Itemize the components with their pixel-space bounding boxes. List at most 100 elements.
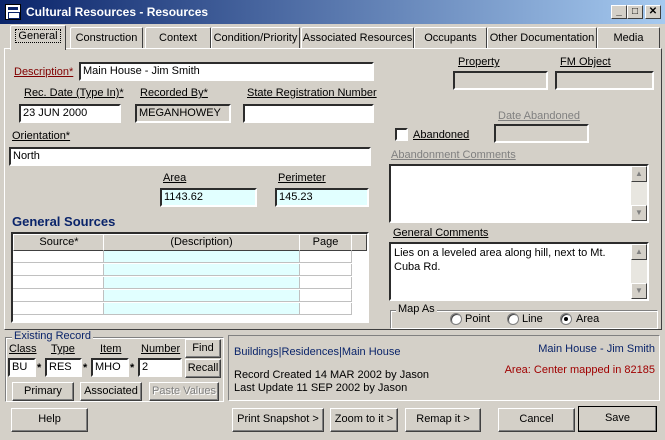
find-button[interactable]: Find <box>185 339 221 358</box>
scroll-up-arrow-icon[interactable]: ▲ <box>631 244 647 260</box>
fm-object-label: FM Object <box>560 56 611 68</box>
tab-associated-resources[interactable]: Associated Resources <box>301 27 414 49</box>
map-as-area-radio[interactable] <box>560 313 572 325</box>
separator-star: * <box>83 362 88 374</box>
maximize-button[interactable]: □ <box>627 5 643 19</box>
general-sources-heading: General Sources <box>12 214 116 229</box>
record-path: Buildings|Residences|Main House <box>234 346 401 358</box>
primary-button[interactable]: Primary <box>12 382 74 401</box>
orientation-field[interactable]: North <box>9 147 371 166</box>
grid-cell[interactable] <box>13 303 104 315</box>
class-field[interactable]: BU <box>8 358 36 377</box>
state-registration-label: State Registration Number <box>247 87 377 99</box>
area-field[interactable]: 1143.62 <box>160 188 257 207</box>
type-field[interactable]: RES <box>45 358 82 377</box>
print-snapshot-button[interactable]: Print Snapshot > <box>232 408 324 432</box>
remap-it-button[interactable]: Remap it > <box>405 408 481 432</box>
perimeter-field[interactable]: 145.23 <box>275 188 369 207</box>
perimeter-label: Perimeter <box>278 172 326 184</box>
scroll-down-arrow-icon[interactable]: ▼ <box>631 283 647 299</box>
grid-cell[interactable] <box>13 277 104 289</box>
description-label: Description* <box>14 66 74 78</box>
help-button[interactable]: Help <box>11 408 88 432</box>
tab-media[interactable]: Media <box>597 27 660 49</box>
abandoned-label: Abandoned <box>413 129 470 141</box>
column-header-source[interactable]: Source* <box>13 234 105 251</box>
item-field[interactable]: MHO <box>91 358 129 377</box>
scroll-up-arrow-icon[interactable]: ▲ <box>631 166 647 182</box>
map-as-area-label: Area <box>576 313 600 325</box>
tab-construction[interactable]: Construction <box>70 27 143 49</box>
state-registration-field[interactable] <box>243 104 374 123</box>
save-button[interactable]: Save <box>578 406 657 432</box>
date-abandoned-label: Date Abandoned <box>498 110 580 122</box>
general-comments-memo[interactable]: Lies on a leveled area along hill, next … <box>389 242 649 301</box>
grid-cell[interactable] <box>13 251 104 263</box>
grid-cell[interactable] <box>13 264 104 276</box>
grid-cell[interactable] <box>104 264 300 276</box>
grid-cell[interactable] <box>300 264 352 276</box>
general-comments-text: Lies on a leveled area along hill, next … <box>394 247 606 273</box>
record-name: Main House - Jim Smith <box>538 343 655 355</box>
column-header-page[interactable]: Page <box>299 234 352 251</box>
grid-cell[interactable] <box>104 277 300 289</box>
scrollbar[interactable]: ▲ ▼ <box>631 244 647 299</box>
tab-occupants[interactable]: Occupants <box>414 27 487 49</box>
paste-values-button[interactable]: Paste Values <box>149 382 219 401</box>
separator-star: * <box>37 362 42 374</box>
abandonment-comments-memo[interactable]: ▲ ▼ <box>389 164 649 223</box>
property-field[interactable] <box>453 71 548 90</box>
abandoned-checkbox[interactable] <box>395 128 408 141</box>
map-as-line-radio[interactable] <box>507 313 519 325</box>
map-as-point-radio[interactable] <box>450 313 462 325</box>
map-as-label: Map As <box>396 303 437 315</box>
grid-cell[interactable] <box>13 290 104 302</box>
recorded-by-label: Recorded By* <box>140 87 208 99</box>
map-status: Area: Center mapped in 82185 <box>504 364 655 376</box>
title-bar: Cultural Resources - Resources _ □ ✕ <box>0 0 665 24</box>
tab-condition-priority[interactable]: Condition/Priority <box>211 27 300 49</box>
scrollbar[interactable]: ▲ ▼ <box>631 166 647 221</box>
minimize-button[interactable]: _ <box>611 5 627 19</box>
scroll-down-arrow-icon[interactable]: ▼ <box>631 205 647 221</box>
grid-cell[interactable] <box>300 277 352 289</box>
zoom-to-it-button[interactable]: Zoom to it > <box>330 408 398 432</box>
sources-grid[interactable]: Source* (Description) Page <box>11 232 369 323</box>
description-field[interactable]: Main House - Jim Smith <box>79 62 374 81</box>
tab-general[interactable]: General <box>10 25 66 50</box>
column-header-spacer <box>351 234 367 251</box>
area-label: Area <box>163 172 187 184</box>
tab-context[interactable]: Context <box>145 27 211 49</box>
record-updated: Last Update 11 SEP 2002 by Jason <box>234 382 408 394</box>
grid-cell[interactable] <box>104 251 300 263</box>
grid-cell[interactable] <box>300 303 352 315</box>
cancel-button[interactable]: Cancel <box>498 408 575 432</box>
separator-star: * <box>130 362 135 374</box>
grid-cell[interactable] <box>300 290 352 302</box>
general-comments-label: General Comments <box>393 227 489 239</box>
close-button[interactable]: ✕ <box>645 5 661 19</box>
rec-date-field[interactable]: 23 JUN 2000 <box>19 104 121 123</box>
window-title: Cultural Resources - Resources <box>26 5 209 19</box>
abandonment-comments-label: Abandonment Comments <box>391 149 516 161</box>
number-field[interactable]: 2 <box>138 358 182 377</box>
grid-cell[interactable] <box>300 251 352 263</box>
tab-other-documentation[interactable]: Other Documentation <box>487 27 597 49</box>
record-info-panel: Buildings|Residences|Main House Main Hou… <box>228 335 660 401</box>
orientation-label: Orientation* <box>12 130 71 142</box>
grid-cell[interactable] <box>104 303 300 315</box>
recall-button[interactable]: Recall <box>185 359 221 378</box>
column-header-description[interactable]: (Description) <box>103 234 300 251</box>
associated-button[interactable]: Associated <box>80 382 142 401</box>
item-label: Item <box>100 343 122 355</box>
map-as-line-label: Line <box>522 313 543 325</box>
date-abandoned-field[interactable] <box>494 124 589 143</box>
existing-record-legend: Existing Record <box>12 330 94 342</box>
grid-cell[interactable] <box>104 290 300 302</box>
record-created: Record Created 14 MAR 2002 by Jason <box>234 369 430 381</box>
map-as-point-label: Point <box>465 313 491 325</box>
recorded-by-field[interactable]: MEGANHOWEY <box>135 104 231 123</box>
fm-object-field[interactable] <box>555 71 654 90</box>
number-label: Number <box>141 343 181 355</box>
property-label: Property <box>458 56 500 68</box>
